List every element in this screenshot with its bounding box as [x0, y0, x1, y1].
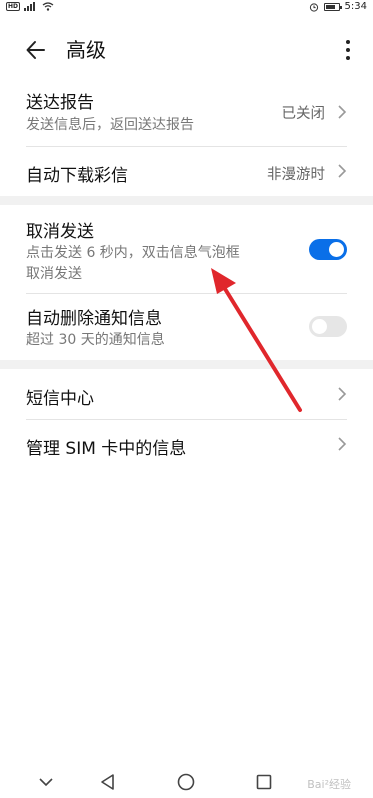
- delivery-report-item[interactable]: 送达报告 发送信息后，返回送达报告 已关闭: [0, 80, 373, 144]
- item-subtitle: 点击发送 6 秒内，双击信息气泡框: [26, 245, 240, 261]
- item-label: 送达报告: [26, 93, 94, 113]
- status-bar: HD 5:34: [0, 0, 373, 16]
- back-triangle-icon[interactable]: [96, 770, 120, 794]
- item-label: 取消发送: [26, 222, 94, 242]
- signal-icon: [24, 2, 36, 11]
- item-subtitle: 超过 30 天的通知信息: [26, 332, 165, 348]
- page-title: 高级: [66, 38, 106, 62]
- hd-badge: HD: [6, 2, 21, 11]
- item-label: 管理 SIM 卡中的信息: [26, 439, 187, 459]
- chevron-right-icon: [338, 437, 347, 451]
- item-label: 短信中心: [26, 389, 94, 409]
- watermark-logo: Bai²经验: [307, 778, 351, 791]
- recents-square-icon[interactable]: [252, 770, 276, 794]
- wifi-icon: [42, 2, 54, 11]
- cancel-sending-item: 取消发送 点击发送 6 秒内，双击信息气泡框 取消发送: [0, 205, 373, 293]
- sms-center-item[interactable]: 短信中心: [0, 369, 373, 419]
- alarm-icon: [309, 2, 318, 12]
- item-subtitle-line2: 取消发送: [26, 266, 82, 282]
- status-time: 5:34: [344, 1, 367, 12]
- auto-download-mms-item[interactable]: 自动下载彩信 非漫游时: [0, 147, 373, 195]
- item-label: 自动删除通知信息: [26, 309, 162, 329]
- settings-screen: { "status_bar": { "network_badge": "HD",…: [0, 0, 373, 798]
- chevron-down-icon[interactable]: [34, 770, 58, 794]
- auto-delete-toggle[interactable]: [309, 316, 347, 337]
- chevron-right-icon: [338, 387, 347, 401]
- item-value: 非漫游时: [267, 167, 325, 183]
- home-circle-icon[interactable]: [174, 770, 198, 794]
- auto-delete-notifications-item: 自动删除通知信息 超过 30 天的通知信息: [0, 294, 373, 359]
- section-separator: [0, 196, 373, 205]
- more-options-icon[interactable]: [341, 36, 355, 64]
- back-arrow-icon[interactable]: [24, 36, 52, 64]
- cancel-sending-toggle[interactable]: [309, 239, 347, 260]
- app-bar: 高级: [0, 24, 373, 76]
- battery-icon: [323, 2, 342, 11]
- item-label: 自动下载彩信: [26, 166, 128, 186]
- manage-sim-messages-item[interactable]: 管理 SIM 卡中的信息: [0, 420, 373, 470]
- item-value: 已关闭: [281, 106, 326, 122]
- section-separator: [0, 360, 373, 369]
- item-subtitle: 发送信息后，返回送达报告: [26, 117, 194, 133]
- chevron-right-icon: [338, 164, 347, 178]
- chevron-right-icon: [338, 105, 347, 119]
